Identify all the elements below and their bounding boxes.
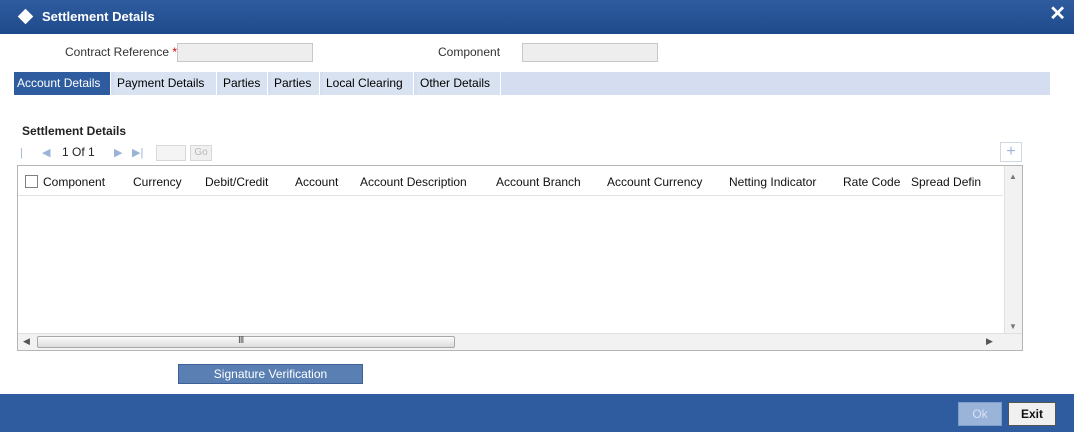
vertical-scrollbar[interactable]: ▲ ▼ — [1004, 166, 1022, 334]
horizontal-scrollbar[interactable]: ◀ III ▶ — [18, 333, 1022, 350]
tab-account-details[interactable]: Account Details — [14, 72, 111, 95]
add-row-icon[interactable]: + — [1000, 142, 1022, 162]
title-bar: Settlement Details ✕ — [0, 0, 1074, 34]
column-header-account[interactable]: Account — [295, 175, 338, 189]
tab-local-clearing[interactable]: Local Clearing — [323, 72, 414, 95]
exit-button[interactable]: Exit — [1008, 402, 1056, 426]
scroll-down-icon[interactable]: ▼ — [1009, 322, 1017, 331]
close-button[interactable]: ✕ — [1049, 3, 1066, 25]
go-button[interactable]: Go — [190, 145, 212, 161]
tab-payment-details[interactable]: Payment Details — [114, 72, 217, 95]
column-header-debit-credit[interactable]: Debit/Credit — [205, 175, 268, 189]
column-header-component[interactable]: Component — [43, 175, 105, 189]
component-label: Component — [438, 45, 501, 59]
settlement-grid: Component Currency Debit/Credit Account … — [17, 165, 1023, 351]
section-title: Settlement Details — [22, 124, 127, 138]
column-header-account-currency[interactable]: Account Currency — [607, 175, 702, 189]
scroll-grip-icon: III — [238, 335, 244, 346]
tab-strip: Account Details Payment Details Parties … — [14, 72, 1050, 95]
next-page-icon[interactable]: ▶ — [114, 144, 122, 162]
column-header-currency[interactable]: Currency — [133, 175, 182, 189]
column-header-spread-definition[interactable]: Spread Defin — [911, 175, 981, 189]
horizontal-scroll-thumb[interactable]: III — [37, 335, 455, 348]
contract-reference-input[interactable] — [177, 43, 313, 62]
select-all-checkbox[interactable] — [25, 175, 38, 188]
signature-verification-button[interactable]: Signature Verification — [178, 364, 363, 384]
grid-header: Component Currency Debit/Credit Account … — [18, 166, 1003, 196]
tab-parties[interactable]: Parties — [220, 72, 268, 95]
column-header-account-description[interactable]: Account Description — [360, 175, 467, 189]
page-number-input[interactable] — [156, 145, 186, 161]
contract-reference-label: Contract Reference — [65, 45, 170, 59]
prev-page-icon[interactable]: ◀ — [42, 144, 50, 162]
column-header-account-branch[interactable]: Account Branch — [496, 175, 581, 189]
window-diamond-icon — [17, 8, 34, 25]
contract-reference-label-wrap: Contract Reference * — [65, 45, 177, 59]
page-indicator: 1 Of 1 — [62, 145, 95, 159]
ok-button[interactable]: Ok — [958, 402, 1002, 426]
component-input[interactable] — [522, 43, 658, 62]
scroll-up-icon[interactable]: ▲ — [1009, 172, 1017, 181]
last-page-icon[interactable]: ▶| — [132, 144, 143, 162]
window-title: Settlement Details — [42, 9, 155, 24]
footer-bar: Ok Exit — [0, 394, 1074, 432]
tab-other-details[interactable]: Other Details — [417, 72, 501, 95]
column-header-rate-code[interactable]: Rate Code — [843, 175, 900, 189]
column-header-netting-indicator[interactable]: Netting Indicator — [729, 175, 816, 189]
scroll-left-icon[interactable]: ◀ — [23, 336, 30, 347]
scroll-right-icon[interactable]: ▶ — [986, 336, 993, 347]
tab-parties-2[interactable]: Parties — [271, 72, 320, 95]
